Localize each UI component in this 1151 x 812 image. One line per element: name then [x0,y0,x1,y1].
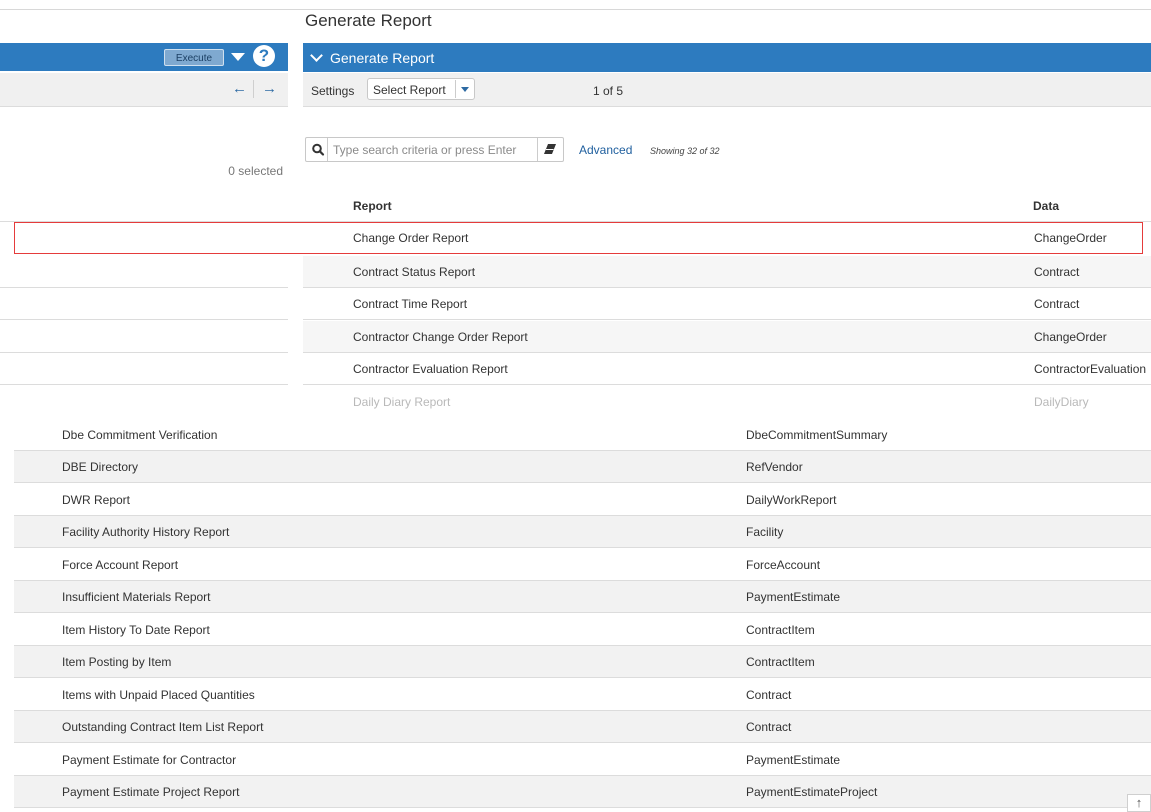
table-row[interactable]: Contract Time Report Contract [0,288,1151,320]
row-divider [303,384,1151,385]
report-data: DailyWorkReport [746,493,837,507]
report-data: Contract [746,688,792,702]
eraser-divider [537,138,538,161]
help-icon[interactable]: ? [253,45,275,67]
report-data: Contract [1034,297,1080,311]
report-name: Daily Diary Report [353,395,451,409]
report-data: PaymentEstimateProject [746,785,878,799]
report-name: Items with Unpaid Placed Quantities [62,688,255,702]
column-header-report[interactable]: Report [353,199,392,213]
report-name: Item Posting by Item [62,655,172,669]
report-name: Contract Status Report [353,265,476,279]
table-row[interactable]: Outstanding Contract Item List Report Co… [14,711,1151,743]
report-data: DbeCommitmentSummary [746,428,888,442]
search-icon[interactable] [309,141,327,158]
panel-title[interactable]: Generate Report [330,50,434,66]
report-name: Outstanding Contract Item List Report [62,720,264,734]
table-row[interactable]: Dbe Commitment Verification DbeCommitmen… [14,419,1151,451]
page-indicator: 1 of 5 [593,84,624,98]
table-row[interactable]: Force Account Report ForceAccount [14,549,1151,581]
advanced-search-link[interactable]: Advanced [579,143,632,157]
table-row[interactable]: Payment Estimate for Contractor PaymentE… [14,744,1151,776]
report-name: Force Account Report [62,558,179,572]
scroll-to-top-button[interactable]: ↑ [1127,794,1151,812]
table-row[interactable]: Item History To Date Report ContractItem [14,614,1151,646]
execute-button[interactable]: Execute [164,49,224,66]
report-name: Contract Time Report [353,297,468,311]
search-divider [327,138,328,161]
report-name: DBE Directory [62,460,139,474]
row-divider [0,384,288,385]
caret-down-icon[interactable] [461,87,469,92]
arrow-right-icon[interactable]: → [262,80,277,97]
search-input[interactable] [333,141,533,158]
column-header-data[interactable]: Data [1033,199,1059,213]
table-row[interactable]: Facility Authority History Report Facili… [14,516,1151,548]
report-name: Item History To Date Report [62,623,210,637]
report-data: ContractItem [746,623,815,637]
report-data: PaymentEstimate [746,590,841,604]
report-name: DWR Report [62,493,131,507]
row-divider [303,319,1151,320]
showing-count: Showing 32 of 32 [650,146,720,156]
caret-down-icon[interactable] [231,53,245,61]
report-data: PaymentEstimate [746,753,841,767]
table-row[interactable]: Daily Diary Report DailyDiary [0,386,1151,418]
table-row[interactable]: DBE Directory RefVendor [14,451,1151,483]
table-row[interactable]: Item Posting by Item ContractItem [14,646,1151,678]
arrow-left-icon[interactable]: ← [232,80,247,97]
top-divider [0,9,1151,10]
selected-count: 0 selected [228,164,283,178]
report-data: Contract [746,720,792,734]
report-name: Payment Estimate Project Report [62,785,240,799]
nav-separator [253,80,254,98]
report-name: Dbe Commitment Verification [62,428,218,442]
report-data: RefVendor [746,460,803,474]
table-row[interactable]: Contractor Evaluation Report ContractorE… [0,353,1151,385]
eraser-icon[interactable] [542,142,559,156]
table-row[interactable]: Contractor Change Order Report ChangeOrd… [0,321,1151,353]
settings-label: Settings [311,84,355,98]
table-row[interactable]: Contract Status Report Contract [0,256,1151,288]
dropdown-separator [455,80,456,98]
report-name: Payment Estimate for Contractor [62,753,237,767]
report-name: Contractor Change Order Report [353,330,528,344]
select-report-label[interactable]: Select Report [373,83,446,97]
report-data: Contract [1034,265,1080,279]
report-data: ContractorEvaluation [1034,362,1147,376]
report-name: Contractor Evaluation Report [353,362,508,376]
report-data: ForceAccount [746,558,821,572]
table-row[interactable]: Payment Estimate Project Report PaymentE… [14,776,1151,808]
report-data: DailyDiary [1034,395,1089,409]
report-name: Facility Authority History Report [62,525,230,539]
table-row[interactable]: Items with Unpaid Placed Quantities Cont… [14,679,1151,711]
table-row[interactable]: Insufficient Materials Report PaymentEst… [14,581,1151,613]
table-row[interactable]: DWR Report DailyWorkReport [14,484,1151,516]
report-name: Insufficient Materials Report [62,590,211,604]
report-data: Facility [746,525,784,539]
selected-row-outline [14,222,1143,254]
row-divider [0,319,288,320]
report-data: ChangeOrder [1034,330,1107,344]
page-title: Generate Report [305,11,432,30]
report-data: ContractItem [746,655,815,669]
